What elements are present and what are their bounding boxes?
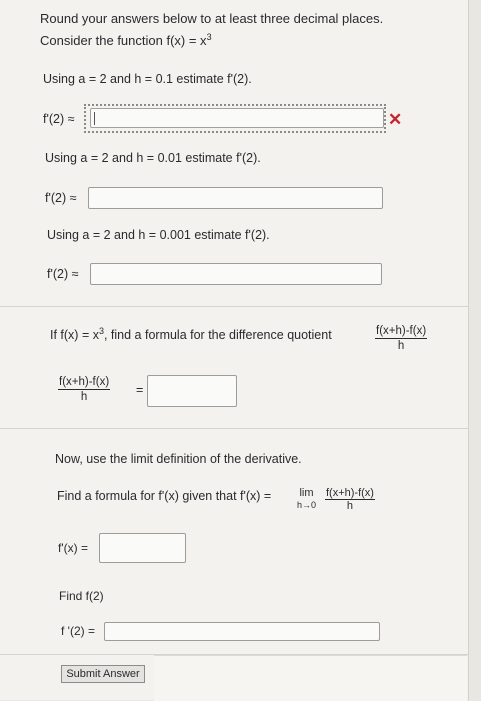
part2-label: f'(2) ≈: [45, 191, 77, 205]
submit-answer-button[interactable]: Submit Answer: [61, 665, 145, 683]
equals-sign: =: [136, 383, 144, 397]
limit-operator: lim h→0: [297, 487, 317, 510]
part1-prompt: Using a = 2 and h = 0.1 estimate f'(2).: [43, 72, 252, 86]
footer-area: [154, 655, 467, 701]
text-cursor: [94, 112, 95, 125]
f-prime-2-input[interactable]: [104, 622, 380, 641]
section-divider: [0, 306, 468, 307]
part2-prompt: Using a = 2 and h = 0.01 estimate f'(2).: [45, 151, 261, 165]
part2-answer-input[interactable]: [88, 187, 383, 209]
derivative-formula-input[interactable]: [99, 533, 186, 563]
part5-label: f'(x) =: [58, 541, 88, 555]
part3-label: f'(2) ≈: [47, 267, 79, 281]
part6-prompt: Find f(2): [59, 589, 104, 603]
function-definition: Consider the function f(x) = x3: [40, 32, 212, 48]
part5-intro: Now, use the limit definition of the der…: [55, 452, 302, 466]
question-panel: Round your answers below to at least thr…: [0, 0, 469, 700]
difference-quotient-input[interactable]: [147, 375, 237, 407]
limit-fraction: f(x+h)-f(x) h: [325, 487, 375, 512]
dq-fraction-lhs: f(x+h)-f(x) h: [58, 376, 111, 403]
instructions-text: Round your answers below to at least thr…: [40, 11, 384, 26]
part1-label: f'(2) ≈: [43, 112, 75, 126]
part3-answer-input[interactable]: [90, 263, 382, 285]
part1-answer-input[interactable]: [90, 108, 384, 128]
part6-label: f '(2) =: [61, 624, 95, 638]
x-mark-icon: ✕: [388, 110, 403, 129]
part4-prompt: If f(x) = x3, find a formula for the dif…: [50, 326, 332, 342]
part5-prompt: Find a formula for f'(x) given that f'(x…: [57, 489, 272, 503]
difference-quotient-fraction: f(x+h)-f(x) h: [375, 325, 428, 352]
section-divider: [0, 428, 468, 429]
part3-prompt: Using a = 2 and h = 0.001 estimate f'(2)…: [47, 228, 270, 242]
